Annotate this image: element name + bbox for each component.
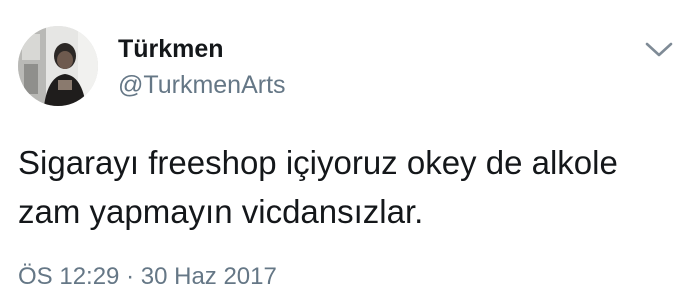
author-handle[interactable]: @TurkmenArts — [118, 70, 286, 100]
author-name[interactable]: Türkmen — [118, 34, 224, 64]
tweet-text-line-1: Sigarayı freeshop içiyoruz okey de alkol… — [18, 144, 618, 181]
tweet-date: 30 Haz 2017 — [140, 263, 277, 290]
tweet-timestamp[interactable]: ÖS 12:29 · 30 Haz 2017 — [18, 262, 277, 292]
avatar-photo — [18, 26, 98, 106]
tweet-time: ÖS 12:29 — [18, 263, 120, 290]
avatar[interactable] — [18, 26, 98, 106]
chevron-down-icon[interactable] — [644, 38, 674, 60]
timestamp-separator: · — [126, 263, 135, 290]
tweet-text-line-2: zam yapmayın vicdansızlar. — [18, 193, 424, 230]
tweet-card: Türkmen @TurkmenArts Sigarayı freeshop i… — [0, 0, 690, 304]
tweet-text: Sigarayı freeshop içiyoruz okey de alkol… — [18, 138, 678, 236]
